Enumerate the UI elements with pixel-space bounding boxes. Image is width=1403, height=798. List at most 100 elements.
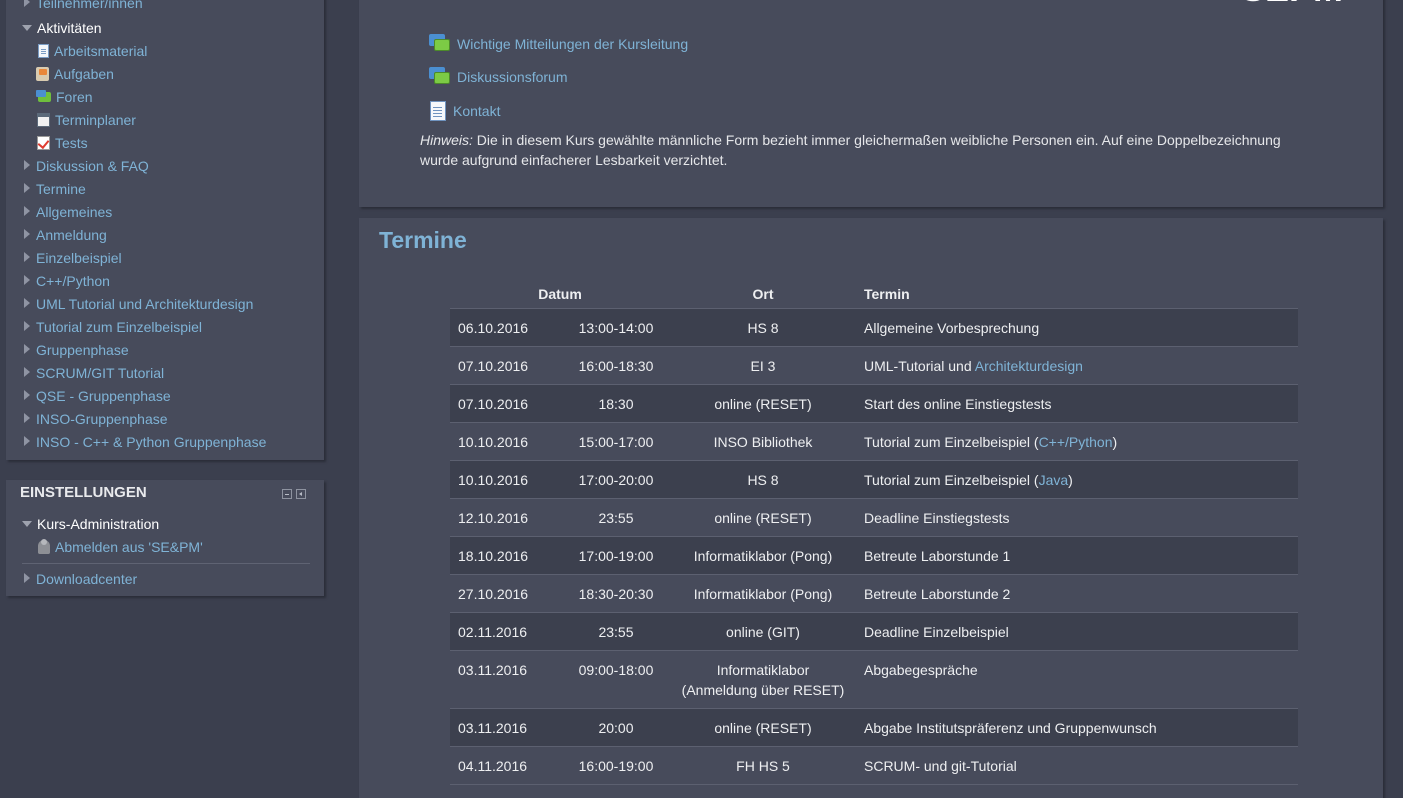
nav-item-foren[interactable]: Foren bbox=[36, 87, 93, 107]
nav-item-arbeitsmaterial[interactable]: Arbeitsmaterial bbox=[38, 41, 147, 61]
nav-item-label[interactable]: C++/Python bbox=[36, 273, 110, 289]
section-title: Termine bbox=[379, 227, 467, 253]
termin-text: Abgabe Institutspräferenz und Gruppenwun… bbox=[864, 720, 1157, 736]
nav-item-einzelbeispiel[interactable]: Einzelbeispiel bbox=[24, 248, 122, 268]
nav-item-label[interactable]: Allgemeines bbox=[36, 204, 112, 220]
cell-ort: online (RESET) bbox=[670, 498, 856, 537]
termin-link[interactable]: C++/Python bbox=[1039, 434, 1113, 450]
nav-item-label[interactable]: Diskussion & FAQ bbox=[36, 158, 149, 174]
expand-arrow-icon bbox=[24, 321, 30, 331]
link-label[interactable]: Kontakt bbox=[453, 103, 500, 119]
nav-item-qse-gruppenphase[interactable]: QSE - Gruppenphase bbox=[24, 386, 171, 406]
quiz-icon bbox=[37, 136, 50, 150]
nav-item-label[interactable]: Foren bbox=[56, 89, 93, 105]
course-title: SEPM bbox=[1241, 0, 1343, 10]
nav-item-label[interactable]: UML Tutorial und Architekturdesign bbox=[36, 296, 253, 312]
nav-item-label[interactable]: Einzelbeispiel bbox=[36, 250, 122, 266]
dock-block-icon[interactable] bbox=[296, 489, 306, 499]
termin-text: UML-Tutorial und bbox=[864, 358, 975, 374]
nav-item-scrum-git[interactable]: SCRUM/GIT Tutorial bbox=[24, 363, 164, 383]
expand-arrow-icon bbox=[24, 344, 30, 354]
expand-arrow-icon bbox=[24, 206, 30, 216]
nav-item-label[interactable]: Teilnehmer/innen bbox=[36, 0, 143, 11]
nav-item-label[interactable]: Anmeldung bbox=[36, 227, 107, 243]
nav-item-allgemeines[interactable]: Allgemeines bbox=[24, 202, 112, 222]
nav-item-label[interactable]: QSE - Gruppenphase bbox=[36, 388, 171, 404]
nav-item-label[interactable]: Arbeitsmaterial bbox=[54, 43, 147, 59]
nav-item-label[interactable]: SCRUM/GIT Tutorial bbox=[36, 365, 164, 381]
cell-termin: SCRUM- und git-Tutorial bbox=[856, 746, 1298, 785]
cell-datum: 03.11.2016 bbox=[450, 650, 562, 709]
document-icon bbox=[38, 44, 49, 58]
expand-arrow-icon bbox=[24, 160, 30, 170]
table-row: 03.11.2016 20:00 online (RESET) Abgabe Inst… bbox=[450, 708, 1298, 747]
column-header-ort: Ort bbox=[670, 280, 856, 309]
link-wichtige-mitteilungen[interactable]: Wichtige Mitteilungen der Kursleitung bbox=[429, 33, 688, 55]
cell-datum: 02.11.2016 bbox=[450, 612, 562, 651]
table-row: 27.10.2016 18:30-20:30 Informatiklabor (Po… bbox=[450, 574, 1298, 613]
expand-arrow-icon bbox=[24, 367, 30, 377]
cell-termin: Betreute Laborstunde 1 bbox=[856, 536, 1298, 575]
cell-datum: 07.10.2016 bbox=[450, 384, 562, 423]
downloadcenter-label[interactable]: Downloadcenter bbox=[36, 571, 137, 587]
nav-item-tests[interactable]: Tests bbox=[37, 133, 88, 153]
nav-item-diskussion-faq[interactable]: Diskussion & FAQ bbox=[24, 156, 149, 176]
table-row: 18.10.2016 17:00-19:00 Informatiklabor (Po… bbox=[450, 536, 1298, 575]
nav-item-label[interactable]: Tutorial zum Einzelbeispiel bbox=[36, 319, 202, 335]
nav-item-label[interactable]: Aktivitäten bbox=[37, 20, 102, 36]
nav-item-inso-cpp-python[interactable]: INSO - C++ & Python Gruppenphase bbox=[24, 432, 266, 452]
link-label[interactable]: Wichtige Mitteilungen der Kursleitung bbox=[457, 36, 688, 52]
unenrol-label[interactable]: Abmelden aus 'SE&PM' bbox=[55, 539, 203, 555]
minimize-block-icon[interactable] bbox=[282, 489, 292, 499]
table-row: 02.11.2016 23:55 online (GIT) Deadline Einz… bbox=[450, 612, 1298, 651]
course-admin-label[interactable]: Kurs-Administration bbox=[37, 516, 159, 532]
downloadcenter-item[interactable]: Downloadcenter bbox=[24, 569, 137, 589]
expand-arrow-icon bbox=[24, 390, 30, 400]
termine-section: Termine Datum Ort Termin 06.10.2016 13:00… bbox=[359, 218, 1383, 798]
cell-ort: FH HS 5 bbox=[670, 746, 856, 785]
link-kontakt[interactable]: Kontakt bbox=[429, 100, 500, 122]
navigation-block: Teilnehmer/innen Aktivitäten Arbeitsmate… bbox=[6, 0, 324, 460]
table-row: 10.10.2016 15:00-17:00 INSO Bibliothek Tuto… bbox=[450, 422, 1298, 461]
settings-block: EINSTELLUNGEN Kurs-Administration Abmeld… bbox=[6, 480, 324, 596]
cell-ort: HS 8 bbox=[670, 460, 856, 499]
nav-item-label[interactable]: INSO - C++ & Python Gruppenphase bbox=[36, 434, 266, 450]
nav-item-label[interactable]: Gruppenphase bbox=[36, 342, 129, 358]
forum-icon bbox=[429, 67, 451, 87]
nav-item-label[interactable]: INSO-Gruppenphase bbox=[36, 411, 168, 427]
cell-termin: Tutorial zum Einzelbeispiel (Java) bbox=[856, 460, 1298, 499]
link-label[interactable]: Diskussionsforum bbox=[457, 69, 567, 85]
nav-item-label[interactable]: Termine bbox=[36, 181, 86, 197]
nav-item-label[interactable]: Tests bbox=[55, 135, 88, 151]
cell-ort: INSO Bibliothek bbox=[670, 422, 856, 461]
expand-arrow-icon bbox=[24, 183, 30, 193]
nav-item-label[interactable]: Aufgaben bbox=[54, 66, 114, 82]
nav-item-gruppenphase[interactable]: Gruppenphase bbox=[24, 340, 129, 360]
expand-arrow-icon bbox=[24, 229, 30, 239]
nav-item-label[interactable]: Terminplaner bbox=[55, 112, 136, 128]
cell-termin: Abgabe Institutspräferenz und Gruppenwun… bbox=[856, 708, 1298, 747]
nav-item-teilnehmer[interactable]: Teilnehmer/innen bbox=[24, 0, 143, 13]
cell-termin: Start des online Einstiegstests bbox=[856, 384, 1298, 423]
nav-item-cpp-python[interactable]: C++/Python bbox=[24, 271, 110, 291]
nav-item-termine[interactable]: Termine bbox=[24, 179, 86, 199]
settings-title: EINSTELLUNGEN bbox=[20, 484, 147, 501]
termin-link[interactable]: Architekturdesign bbox=[975, 358, 1083, 374]
unenrol-link[interactable]: Abmelden aus 'SE&PM' bbox=[38, 537, 203, 557]
cell-termin: Deadline Einzelbeispiel bbox=[856, 612, 1298, 651]
link-diskussionsforum[interactable]: Diskussionsforum bbox=[429, 66, 567, 88]
termin-link[interactable]: Java bbox=[1039, 472, 1069, 488]
course-admin-toggle[interactable]: Kurs-Administration bbox=[22, 514, 159, 534]
cell-ort: EI 3 bbox=[670, 346, 856, 385]
expand-arrow-icon bbox=[24, 436, 30, 446]
nav-item-inso-gruppenphase[interactable]: INSO-Gruppenphase bbox=[24, 409, 168, 429]
nav-item-aktivitaeten[interactable]: Aktivitäten bbox=[22, 18, 102, 38]
nav-item-tutorial-einzelbeispiel[interactable]: Tutorial zum Einzelbeispiel bbox=[24, 317, 202, 337]
nav-item-uml-tutorial[interactable]: UML Tutorial und Architekturdesign bbox=[24, 294, 253, 314]
nav-item-aufgaben[interactable]: Aufgaben bbox=[36, 64, 114, 84]
nav-item-terminplaner[interactable]: Terminplaner bbox=[37, 110, 136, 130]
cell-datum: 03.11.2016 bbox=[450, 708, 562, 747]
cell-zeit: 18:30-20:30 bbox=[562, 574, 670, 613]
cell-zeit: 16:00-19:00 bbox=[562, 746, 670, 785]
nav-item-anmeldung[interactable]: Anmeldung bbox=[24, 225, 107, 245]
